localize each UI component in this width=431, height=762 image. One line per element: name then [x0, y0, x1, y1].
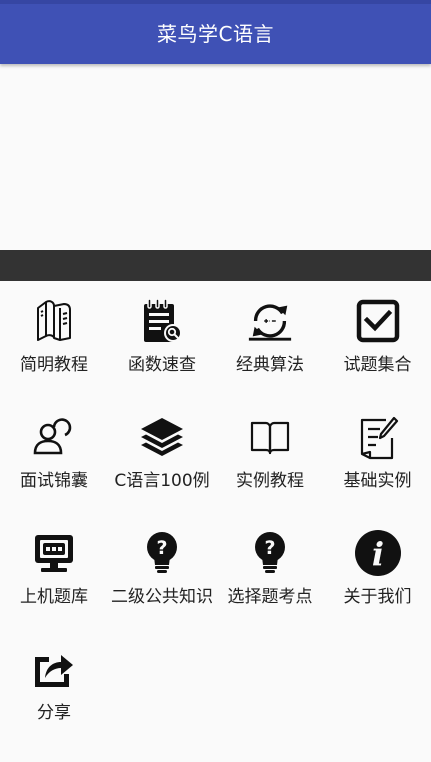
- open-book-icon: [246, 413, 294, 461]
- menu-item-label: 函数速查: [128, 355, 196, 375]
- app-screen: 菜鸟学C语言 简明教程 函数速查 经典算法 试题集合 面试锦囊 C语言100例 …: [0, 0, 431, 762]
- svg-text:i: i: [371, 535, 383, 573]
- menu-item-label: 面试锦囊: [20, 471, 88, 491]
- menu-item-choice-question-points[interactable]: ? 选择题考点: [216, 513, 324, 629]
- menu-item-about-us[interactable]: i 关于我们: [324, 513, 431, 629]
- menu-item-label: 基础实例: [343, 471, 412, 491]
- edit-document-icon: [354, 413, 402, 461]
- menu-item-computer-test-bank[interactable]: 上机题库: [0, 513, 108, 629]
- info-icon: i: [354, 529, 402, 577]
- menu-item-label: C语言100例: [114, 471, 210, 491]
- share-icon: [30, 645, 78, 693]
- app-toolbar: 菜鸟学C语言: [0, 0, 431, 64]
- menu-item-basic-examples[interactable]: 基础实例: [324, 397, 431, 513]
- banner-area: [0, 64, 431, 250]
- checkbox-icon: [354, 297, 402, 345]
- menu-item-question-collection[interactable]: 试题集合: [324, 281, 431, 397]
- menu-item-c-100-examples[interactable]: C语言100例: [108, 397, 216, 513]
- refresh-algorithm-icon: [246, 297, 294, 345]
- menu-item-label: 关于我们: [343, 587, 412, 607]
- menu-item-concise-tutorial[interactable]: 简明教程: [0, 281, 108, 397]
- svg-text:?: ?: [264, 537, 275, 559]
- menu-item-label: 二级公共知识: [111, 587, 213, 607]
- menu-item-label: 上机题库: [20, 587, 88, 607]
- dark-divider-bar: [0, 250, 431, 281]
- menu-item-label: 分享: [37, 703, 71, 723]
- menu-item-share[interactable]: 分享: [0, 629, 108, 745]
- menu-item-label: 经典算法: [236, 355, 304, 375]
- menu-item-level2-common-knowledge[interactable]: ? 二级公共知识: [108, 513, 216, 629]
- menu-grid: 简明教程 函数速查 经典算法 试题集合 面试锦囊 C语言100例 实例教程 基础…: [0, 281, 431, 745]
- interview-users-icon: [30, 413, 78, 461]
- computer-icon: [30, 529, 78, 577]
- svg-text:?: ?: [156, 537, 167, 559]
- app-title: 菜鸟学C语言: [157, 22, 274, 46]
- menu-item-example-tutorial[interactable]: 实例教程: [216, 397, 324, 513]
- menu-item-function-lookup[interactable]: 函数速查: [108, 281, 216, 397]
- status-strip: [0, 0, 431, 4]
- menu-item-label: 试题集合: [343, 355, 412, 375]
- menu-item-interview-tips[interactable]: 面试锦囊: [0, 397, 108, 513]
- menu-item-label: 简明教程: [20, 355, 88, 375]
- function-search-icon: [138, 297, 186, 345]
- question-bulb-icon: ?: [246, 529, 294, 577]
- menu-item-label: 选择题考点: [227, 587, 313, 607]
- menu-item-classic-algorithms[interactable]: 经典算法: [216, 281, 324, 397]
- layers-icon: [138, 413, 186, 461]
- question-bulb-icon: ?: [138, 529, 186, 577]
- books-icon: [30, 297, 78, 345]
- menu-item-label: 实例教程: [236, 471, 304, 491]
